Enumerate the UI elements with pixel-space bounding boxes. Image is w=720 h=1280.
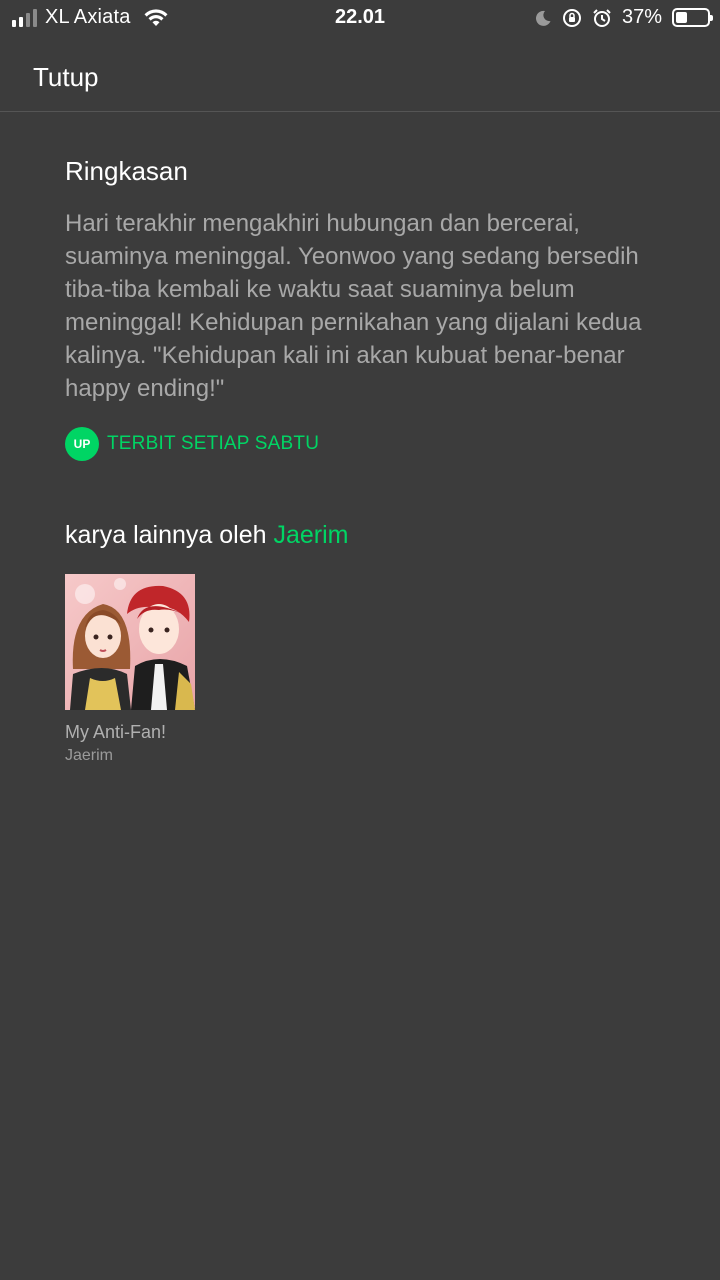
battery-fill bbox=[676, 12, 688, 23]
update-schedule: UP TERBIT SETIAP SABTU bbox=[65, 427, 665, 461]
carrier-name: XL Axiata bbox=[45, 6, 131, 28]
wifi-icon bbox=[144, 8, 168, 26]
summary-text: Hari terakhir mengakhiri hubungan dan be… bbox=[65, 210, 642, 402]
status-bar: XL Axiata 22.01 37% bbox=[0, 0, 720, 36]
moon-icon bbox=[535, 10, 551, 26]
signal-icon bbox=[12, 8, 37, 27]
rotation-lock-icon bbox=[562, 8, 581, 27]
work-thumbnail[interactable] bbox=[65, 574, 195, 710]
summary-title: Ringkasan bbox=[65, 156, 188, 186]
work-title[interactable]: My Anti-Fan! bbox=[65, 722, 195, 743]
main-content: Ringkasan Hari terakhir mengakhiri hubun… bbox=[65, 156, 665, 765]
close-button[interactable]: Tutup bbox=[33, 62, 99, 93]
battery-icon bbox=[672, 8, 713, 27]
up-badge: UP bbox=[65, 427, 99, 461]
header: Tutup bbox=[0, 40, 720, 112]
schedule-text: TERBIT SETIAP SABTU bbox=[107, 433, 320, 454]
screen: XL Axiata 22.01 37% Tutup Ringkasan Hari… bbox=[0, 0, 720, 1280]
status-left: XL Axiata bbox=[12, 6, 169, 29]
alarm-icon bbox=[593, 8, 611, 27]
work-author: Jaerim bbox=[65, 747, 114, 764]
other-works-prefix: karya lainnya oleh bbox=[65, 521, 267, 549]
author-link[interactable]: Jaerim bbox=[273, 521, 348, 549]
status-right: 37% bbox=[534, 6, 713, 29]
work-card[interactable]: My Anti-Fan! Jaerim bbox=[65, 574, 195, 765]
other-works-heading: karya lainnya oleh Jaerim bbox=[65, 521, 665, 550]
battery-percent: 37% bbox=[621, 6, 662, 28]
